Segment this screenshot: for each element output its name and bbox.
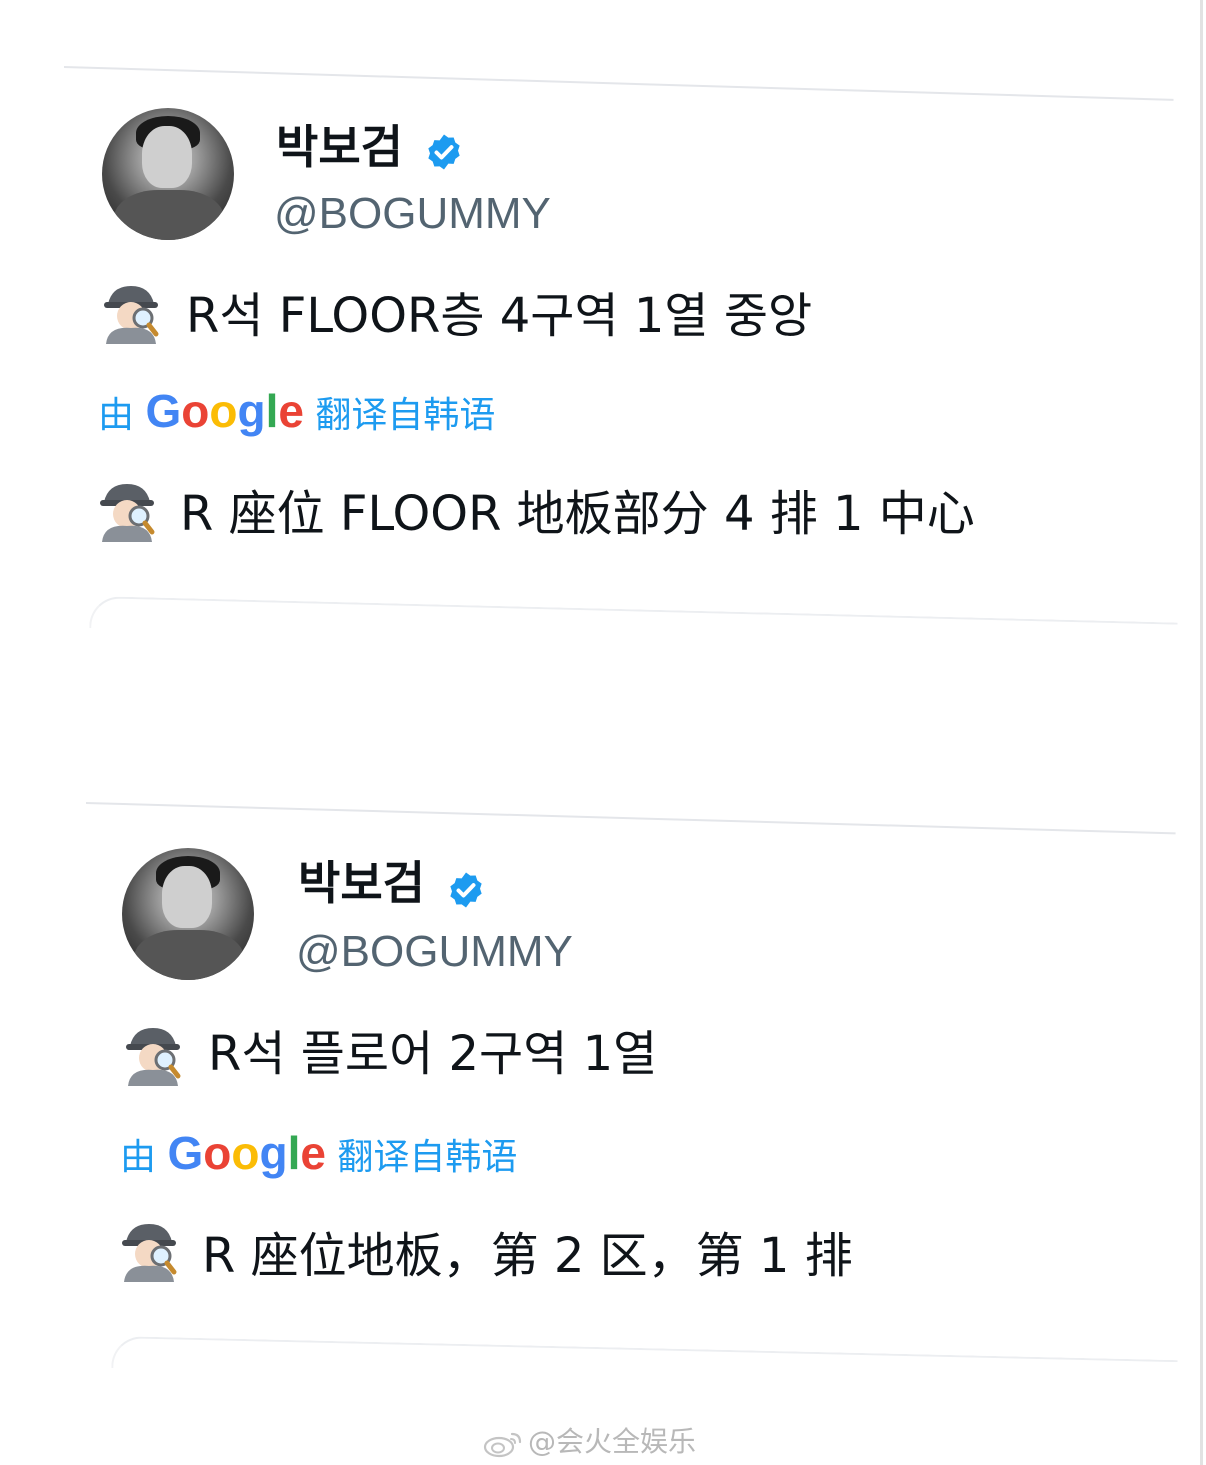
author-name[interactable]: 박보검 [276, 124, 403, 170]
translated-by-label[interactable]: 由 Google 翻译自韩语 [120, 1130, 517, 1176]
avatar[interactable] [102, 108, 234, 240]
translated-text: R 座位 FLOOR 地板部分 4 排 1 中心 [180, 486, 975, 542]
card-outline-1 [89, 596, 1178, 655]
translated-text: R 座位地板，第 2 区，第 1 排 [202, 1228, 853, 1284]
google-logo: Google [167, 1127, 326, 1179]
translated-suffix: 翻译自韩语 [337, 1137, 518, 1178]
tweet-text: R석 플로어 2구역 1열 [208, 1026, 658, 1082]
author-handle[interactable]: @BOGUMMY [296, 930, 573, 974]
author-name[interactable]: 박보검 [298, 860, 425, 906]
detective-emoji [104, 286, 159, 344]
card-outline-2 [111, 1336, 1178, 1393]
author-handle[interactable]: @BOGUMMY [274, 192, 551, 236]
tweet-text: R석 FLOOR층 4구역 1열 중앙 [186, 288, 813, 344]
verified-badge-icon [450, 872, 482, 908]
google-logo: Google [145, 385, 304, 437]
translated-by-label[interactable]: 由 Google 翻译自韩语 [98, 388, 495, 434]
divider-top-1 [63, 66, 1174, 101]
avatar[interactable] [122, 848, 254, 980]
detective-emoji [126, 1028, 181, 1086]
translated-suffix: 翻译自韩语 [315, 395, 496, 436]
translated-prefix: 由 [98, 395, 135, 436]
divider-top-2 [85, 802, 1176, 835]
weibo-logo-icon [483, 1432, 522, 1458]
screen-edge [1200, 0, 1203, 1465]
detective-emoji [122, 1224, 177, 1282]
watermark-text: @会火全娱乐 [528, 1425, 697, 1458]
detective-emoji [100, 484, 155, 542]
translated-prefix: 由 [120, 1137, 157, 1178]
verified-badge-icon [428, 134, 460, 170]
watermark: @会火全娱乐 [482, 1420, 696, 1460]
